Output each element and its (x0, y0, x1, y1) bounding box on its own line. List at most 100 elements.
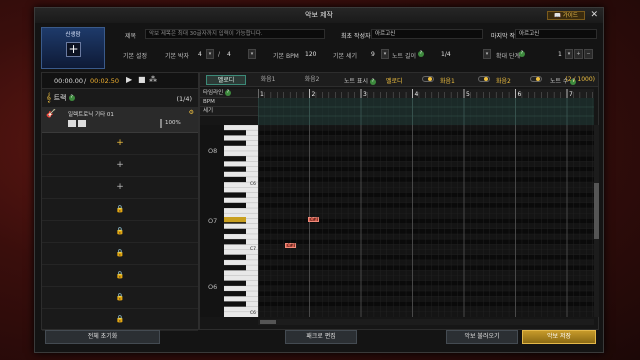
tracks-label: 트랙 (53, 94, 67, 102)
chord1-display-toggle[interactable] (478, 76, 490, 82)
tab-chord2[interactable]: 화음2 (292, 75, 332, 85)
piano-roll-editor: 멜로디 화음1 화음2 노트 표시 ? 멜로디 화음1 화음2 노트 수 ? (… (199, 72, 599, 330)
load-score-button[interactable]: 악보 불러오기 (446, 330, 518, 344)
lock-icon: 🔒 (42, 221, 198, 243)
note-length-value: 1/4 (441, 51, 451, 58)
tab-chord1[interactable]: 화음1 (248, 75, 288, 85)
help-icon[interactable]: ? (519, 51, 525, 57)
black-key[interactable] (224, 202, 246, 209)
basic-settings-label: 기본 설정 (123, 53, 147, 60)
note-length-dropdown-icon[interactable]: ▾ (483, 49, 491, 59)
chord2-display-label: 화음2 (496, 78, 511, 85)
chord1-display-label: 화음1 (440, 78, 455, 85)
macro-edit-button[interactable]: 패크로 편집 (285, 330, 357, 344)
note-display-label: 노트 표시 ? (344, 78, 376, 85)
add-track-button[interactable]: + (42, 155, 198, 177)
zoom-label: 확대 단계 (496, 53, 520, 60)
measure-number: 5 (466, 91, 470, 98)
volume-slider[interactable] (160, 119, 162, 128)
add-icon[interactable]: + (66, 42, 81, 57)
numerator-dropdown-icon[interactable]: ▾ (206, 49, 214, 59)
help-icon[interactable]: ? (369, 78, 376, 85)
mute-button[interactable] (68, 120, 76, 127)
solo-button[interactable] (78, 120, 86, 127)
denominator-dropdown-icon[interactable]: ▾ (248, 49, 256, 59)
guitar-icon: 🎸 (46, 109, 56, 118)
time-signature-denominator: 4 (227, 51, 231, 58)
bpm-label: 기본 BPM (273, 53, 299, 60)
velocity-label: 기본 세기 (333, 53, 357, 60)
volume-value: 100% (165, 120, 181, 126)
metronome-icon[interactable]: ⁂ (149, 75, 157, 84)
key-c-label: C6 (250, 311, 257, 316)
piano-keys: O8 O7 O6 C6 C7 C6 (200, 124, 258, 317)
vertical-scroll-thumb[interactable] (594, 183, 599, 239)
zoom-in-icon[interactable]: + (574, 49, 583, 59)
octave-label: O6 (208, 283, 218, 291)
time-current: 00:00.00 (54, 77, 84, 85)
velocity-dropdown-icon[interactable]: ▾ (381, 49, 389, 59)
help-icon[interactable]: ? (68, 95, 75, 101)
time-total: 00:02.50 (90, 77, 120, 85)
gear-icon[interactable]: ⚙ (189, 109, 194, 116)
velocity-value[interactable]: 9 (371, 51, 375, 58)
reset-all-button[interactable]: 전체 초기화 (45, 330, 160, 344)
title-input[interactable]: 악보 제목은 최대 30글자까지 입력이 가능합니다. (145, 29, 325, 39)
close-icon[interactable]: ✕ (590, 9, 598, 22)
lane-grid[interactable]: 1 2 3 4 5 6 7 (258, 89, 594, 125)
black-key[interactable] (224, 239, 246, 245)
black-key[interactable] (224, 291, 246, 297)
measure-number: 1 (260, 91, 264, 98)
black-key[interactable] (224, 265, 246, 271)
zoom-out-icon[interactable]: − (584, 49, 593, 59)
tab-melody[interactable]: 멜로디 (206, 75, 246, 85)
first-author-label: 최초 작성자 (341, 33, 371, 40)
bpm-value[interactable]: 120 (305, 51, 316, 58)
black-key[interactable] (224, 254, 246, 260)
window-title: 악보 제작 (305, 11, 333, 19)
vertical-scrollbar[interactable] (594, 125, 599, 317)
black-key[interactable] (224, 228, 246, 234)
melody-display-toggle[interactable] (422, 76, 434, 82)
title-label: 제목 (125, 33, 137, 40)
time-separator: / (84, 77, 87, 85)
black-key[interactable] (224, 192, 246, 198)
black-key[interactable] (224, 166, 246, 172)
add-track-button[interactable]: + (42, 177, 198, 199)
guide-button[interactable]: 📖 가이드 (547, 11, 585, 20)
last-author-value: 아르고신 (515, 29, 597, 39)
black-key[interactable] (224, 280, 246, 286)
avatar[interactable]: 신생맘 + (41, 27, 105, 69)
note-grid[interactable]: C#7 C#7 (258, 125, 594, 317)
black-key[interactable] (224, 156, 246, 162)
score-editor-window: 악보 제작 📖 가이드 ✕ 신생맘 + 제목 악보 제목은 최대 30글자까지 … (34, 7, 604, 353)
save-score-button[interactable]: 악보 저장 (522, 330, 596, 344)
octave-label: O7 (208, 217, 218, 225)
track-row[interactable]: 🎸 일렉트로닉 기타 01 ⚙ 100% (42, 107, 198, 133)
help-icon[interactable]: ? (225, 89, 231, 96)
add-track-button[interactable]: + (42, 133, 198, 155)
lock-icon: 🔒 (42, 243, 198, 265)
stop-icon[interactable]: ■ (138, 75, 146, 84)
lane-bpm: BPM (200, 98, 258, 107)
black-key[interactable] (224, 301, 246, 307)
time-signature-label: 기본 박자 (165, 53, 189, 60)
horizontal-scrollbar[interactable] (258, 319, 594, 325)
time-signature-separator: / (218, 51, 221, 58)
lock-icon: 🔒 (42, 199, 198, 221)
tracks-count: (1/4) (176, 95, 192, 103)
tracks-header: 𝄞 트랙 ? (46, 93, 75, 103)
track-name: 일렉트로닉 기타 01 (68, 112, 114, 118)
chord2-display-toggle[interactable] (530, 76, 542, 82)
black-key[interactable] (224, 176, 246, 183)
note-block[interactable]: C#7 (285, 243, 296, 248)
horizontal-scroll-thumb[interactable] (260, 320, 276, 324)
black-key[interactable] (224, 140, 246, 146)
play-icon[interactable]: ▶ (126, 75, 132, 84)
lock-icon: 🔒 (42, 265, 198, 287)
note-block[interactable]: C#7 (308, 217, 319, 222)
black-key[interactable] (224, 130, 246, 136)
avatar-name: 신생맘 (65, 32, 81, 38)
zoom-dropdown-icon[interactable]: ▾ (565, 49, 573, 59)
help-icon[interactable]: ? (418, 51, 424, 57)
